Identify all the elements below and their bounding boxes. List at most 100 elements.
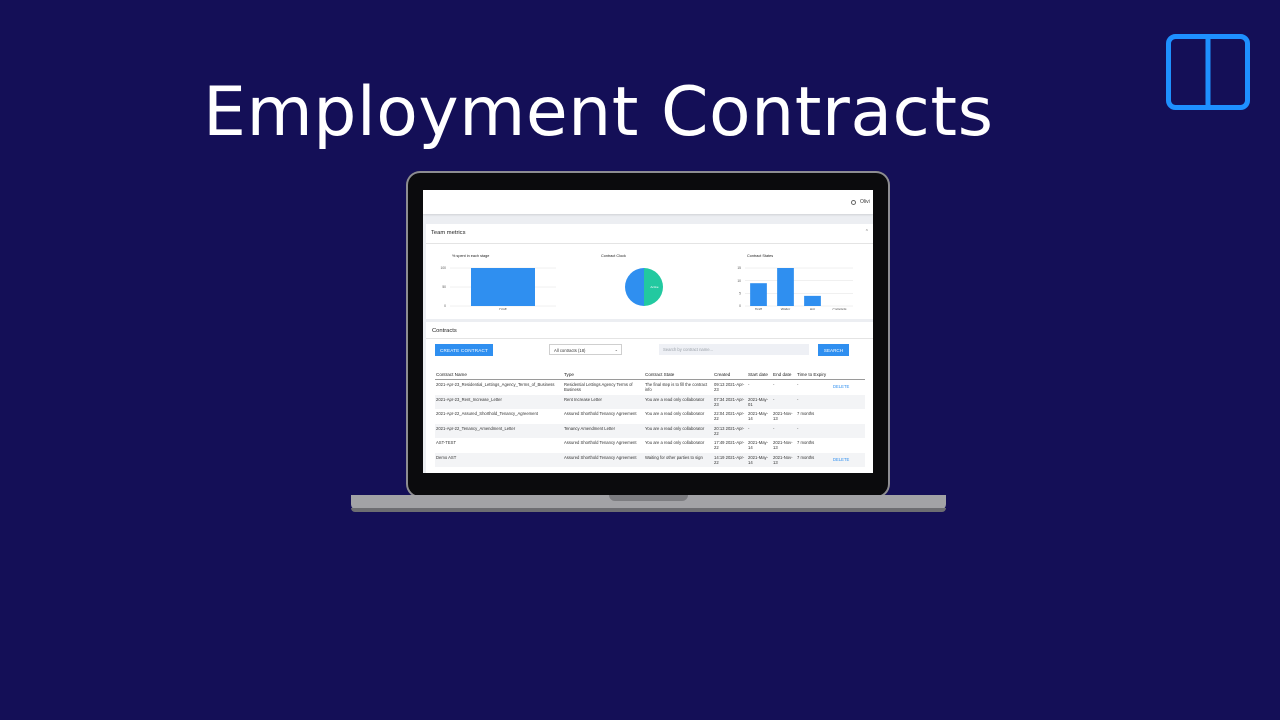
table-cell: Waiting for other parties to sign — [645, 454, 703, 460]
column-header[interactable]: Created — [714, 372, 746, 378]
column-header[interactable]: Contract State — [645, 372, 713, 378]
table-cell: - — [748, 382, 750, 387]
table-cell: - — [748, 425, 750, 431]
y-tick-label: 50 — [442, 285, 446, 289]
table-cell: 7 months — [797, 440, 815, 445]
book-logo-icon — [1166, 34, 1250, 110]
table-cell: Tenancy Amendment Letter — [564, 425, 615, 431]
y-tick-label: 15 — [737, 266, 741, 270]
table-cell: 2021-May-14 — [748, 440, 769, 450]
table-row[interactable]: Demo AST Assured Shorthold Tenancy Agreem… — [435, 452, 865, 467]
x-tick-label: Complete — [832, 308, 846, 311]
table-cell: - — [797, 382, 799, 387]
laptop-base-shadow — [351, 508, 946, 512]
table-cell: 14:19 2021-Apr-22 — [714, 454, 745, 465]
contracts-title: Contracts — [432, 328, 457, 334]
contracts-panel: Contracts CREATE CONTRACT All contracts … — [426, 322, 873, 473]
table-cell: You are a read only collaborator — [645, 440, 705, 445]
contract-clock-chart: Contract Clock Active — [601, 254, 663, 306]
x-tick-label: Draft — [755, 308, 762, 311]
table-cell: Assured Shorthold Tenancy Agreement — [564, 454, 637, 460]
user-name[interactable]: Olivi — [860, 199, 870, 205]
chart-title: Contract Clock — [601, 254, 626, 258]
chevron-down-icon: ⌄ — [614, 347, 618, 352]
chart-title: Contract States — [747, 254, 773, 258]
app-topbar: Olivi — [423, 190, 873, 214]
bar[interactable] — [471, 268, 535, 306]
table-cell: - — [773, 425, 775, 431]
table-cell: - — [797, 425, 799, 431]
contract-states-chart: Contract States 0 5 10 15 Draft Waiter Agr Com… — [737, 254, 853, 311]
table-cell: Rent Increase Letter — [564, 396, 602, 402]
table-row[interactable]: 2021-Apr-23_Residential_Lettings_Agency_… — [435, 380, 865, 395]
table-cell: 2021-Apr-23_Residential_Lettings_Agency_… — [436, 382, 555, 387]
table-header: Contract Name Type Contract State Created St… — [435, 364, 865, 380]
bar[interactable] — [750, 283, 767, 306]
table-cell: You are a read only collaborator — [645, 396, 705, 402]
search-input[interactable] — [659, 344, 809, 355]
table-cell: 2021-May-01 — [748, 396, 769, 407]
column-header[interactable]: Contract Name — [436, 372, 562, 378]
bar[interactable] — [804, 295, 821, 306]
table-cell: Residential Lettings Agency Terms of Bus… — [564, 382, 633, 392]
table-cell: - — [773, 396, 775, 402]
user-status-icon[interactable] — [851, 200, 856, 205]
table-cell: 20:13 2021-Apr-22 — [714, 425, 745, 436]
x-tick-label: Agr — [810, 308, 816, 311]
y-tick-label: 5 — [739, 292, 741, 296]
y-tick-label: 100 — [440, 266, 446, 270]
create-contract-button[interactable]: CREATE CONTRACT — [435, 344, 493, 356]
table-cell: 2021-May-14 — [748, 454, 769, 465]
contracts-filter-select[interactable]: All contracts (18) ⌄ — [549, 344, 622, 355]
table-cell: 2021-Nov-13 — [773, 411, 793, 421]
delete-link[interactable]: DELETE — [833, 457, 863, 462]
pie-slice-label: Active — [650, 285, 659, 289]
table-row[interactable]: AST-TEST Assured Shorthold Tenancy Agreem… — [435, 438, 865, 453]
divider — [426, 338, 873, 339]
table-cell: 2021-Apr-23_Rent_Increase_Letter — [436, 396, 502, 402]
search-button[interactable]: SEARCH — [818, 344, 849, 356]
y-tick-label: 0 — [739, 304, 741, 308]
column-header[interactable]: Type — [564, 372, 644, 378]
x-tick-label: Waiter — [781, 308, 791, 311]
table-cell: 2021-Nov-13 — [773, 454, 793, 465]
table-cell: 7 months — [797, 411, 815, 416]
column-header[interactable]: Start date — [748, 372, 772, 378]
table-row[interactable]: 2021-Apr-22_Tenancy_Amendment_Letter Tena… — [435, 423, 865, 438]
table-cell: Assured Shorthold Tenancy Agreement — [564, 411, 637, 416]
team-metrics-title: Team metrics — [431, 230, 466, 236]
table-cell: 2021-Apr-22_Assured_Shorthold_Tenancy_Ag… — [436, 411, 538, 416]
table-body: 2021-Apr-23_Residential_Lettings_Agency_… — [435, 380, 865, 467]
table-cell: The final step is to fill the contract i… — [645, 382, 708, 392]
pie-slice[interactable] — [625, 268, 644, 306]
table-cell: 7 months — [797, 454, 815, 460]
column-header[interactable]: End date — [773, 372, 797, 378]
chevron-up-icon[interactable]: ⌃ — [865, 229, 869, 235]
table-cell: You are a read only collaborator — [645, 411, 705, 416]
table-cell: Demo AST — [436, 454, 457, 460]
page-headline: Employment Contracts — [203, 73, 994, 152]
bar[interactable] — [777, 268, 794, 306]
column-header[interactable]: Time to Expiry — [797, 372, 827, 378]
table-cell: 07:34 2021-Apr-23 — [714, 396, 745, 407]
table-cell: - — [797, 396, 799, 402]
table-row[interactable]: 2021-Apr-22_Assured_Shorthold_Tenancy_Ag… — [435, 409, 865, 424]
table-cell: 09:13 2021-Apr-23 — [714, 382, 745, 392]
table-cell: AST-TEST — [436, 440, 457, 445]
table-row[interactable]: 2021-Apr-23_Rent_Increase_Letter Rent Inc… — [435, 394, 865, 409]
contracts-table: Contract Name Type Contract State Created St… — [435, 364, 865, 467]
filter-value: All contracts (18) — [554, 348, 586, 353]
delete-link[interactable]: DELETE — [833, 384, 863, 389]
y-tick-label: 10 — [737, 279, 741, 283]
divider — [426, 243, 873, 244]
table-cell: Assured Shorthold Tenancy Agreement — [564, 440, 637, 445]
table-cell: 2021-May-14 — [748, 411, 769, 421]
chart-title: % spent in each stage — [452, 254, 489, 258]
table-cell: 17:49 2021-Apr-22 — [714, 440, 745, 450]
y-tick-label: 0 — [444, 304, 446, 308]
app-screen: Olivi Team metrics ⌃ % spent in each sta… — [423, 190, 873, 473]
stage-time-chart: % spent in each stage 0 50 100 Draft — [440, 254, 556, 310]
table-cell: 22:04 2021-Apr-22 — [714, 411, 745, 421]
team-metrics-panel: Team metrics ⌃ % spent in each stage 0 50… — [426, 224, 873, 319]
table-cell: 2021-Nov-13 — [773, 440, 793, 450]
